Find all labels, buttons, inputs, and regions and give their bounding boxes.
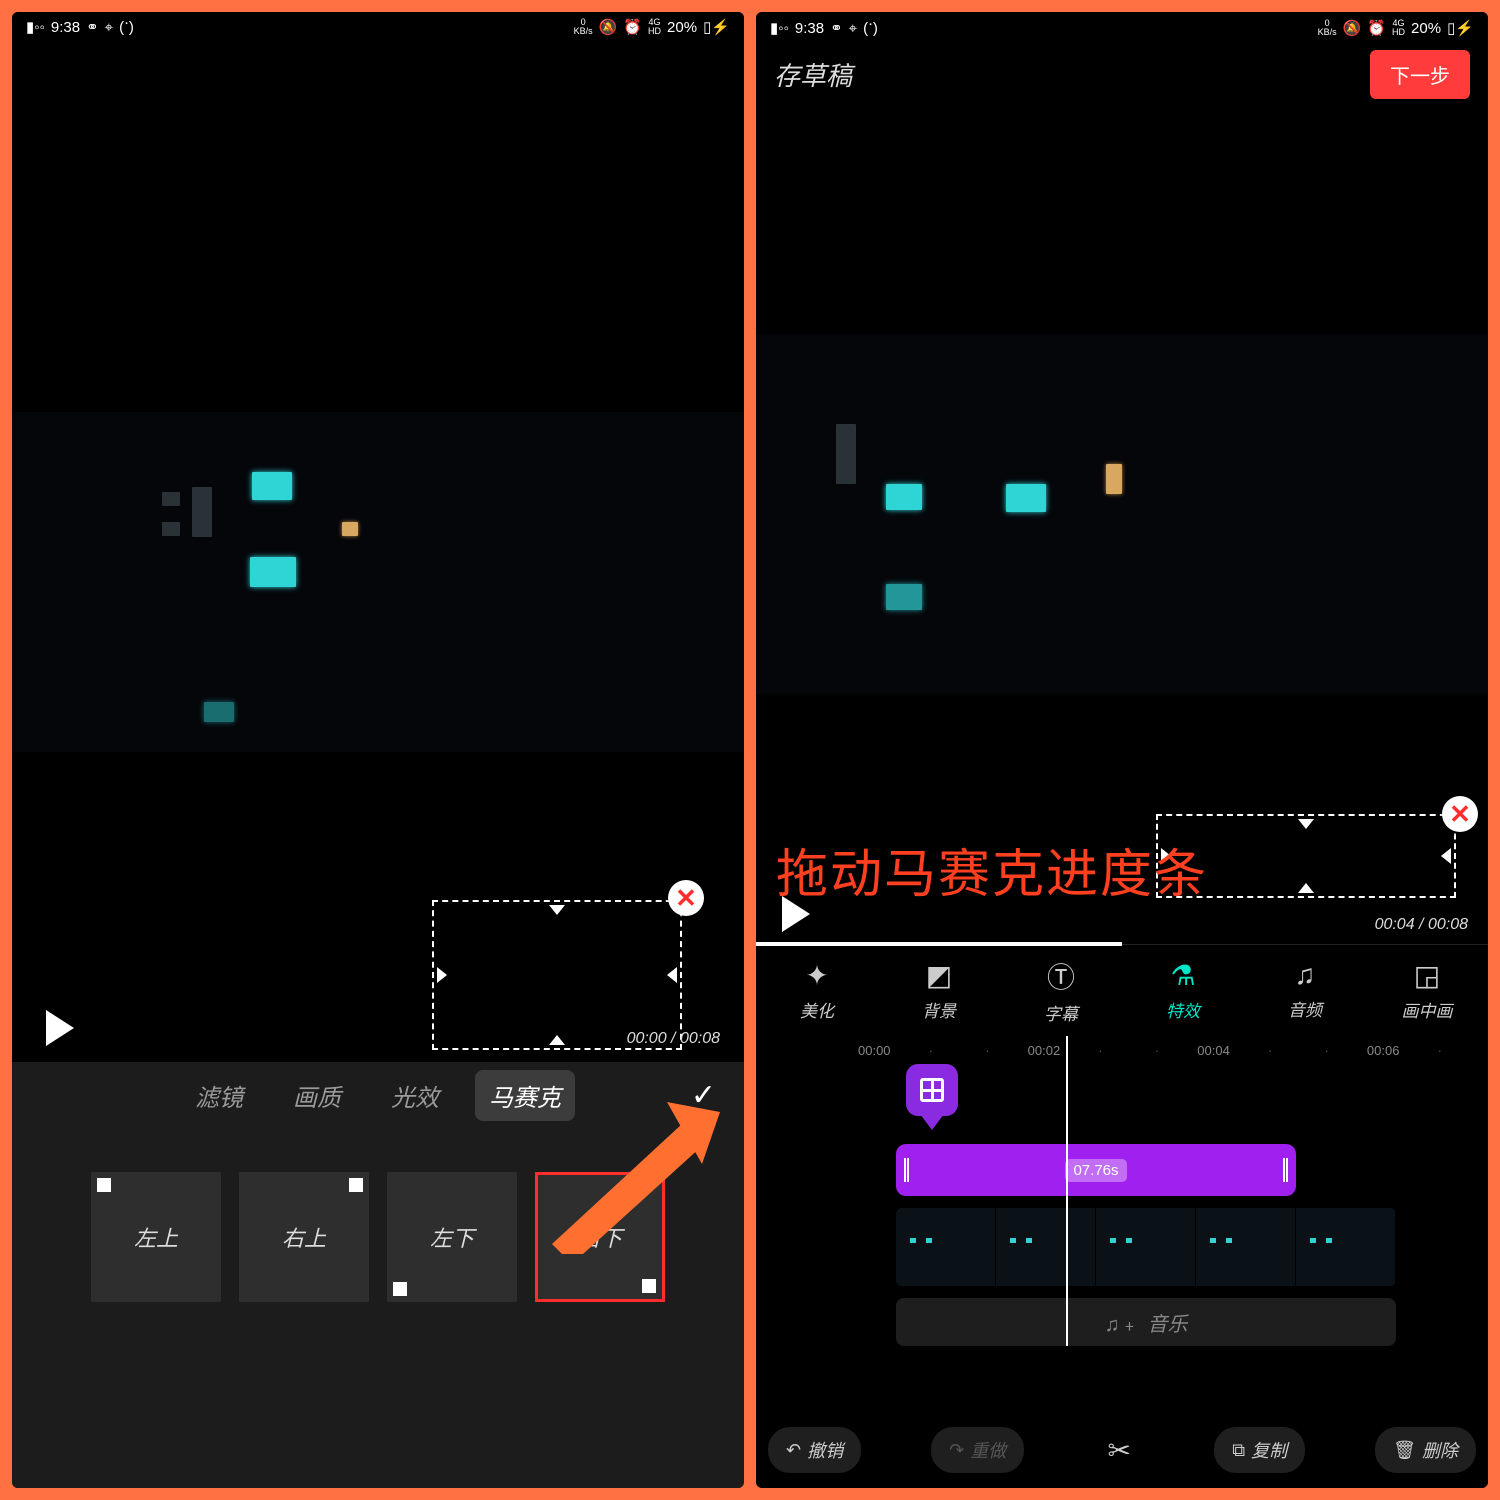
- location-icon: ⌖: [849, 20, 857, 37]
- effect-tabs: 滤镜 画质 光效 马赛克 ✓: [12, 1062, 744, 1128]
- battery-icon: ▯⚡: [1447, 19, 1474, 37]
- battery-pct: 20%: [1411, 20, 1441, 37]
- phone-left: ▮◦◦ 9:38 ⚭ ⌖ (ॱ) 0KB/s 🔕 ⏰ 4GHD 20% ▯⚡: [12, 12, 744, 1488]
- video-track[interactable]: [896, 1208, 1396, 1286]
- cut-button[interactable]: ✂: [1094, 1425, 1144, 1475]
- net-speed: 0KB/s: [574, 18, 593, 36]
- resize-bottom-handle[interactable]: [549, 1035, 565, 1045]
- resize-right-handle[interactable]: [667, 967, 677, 983]
- resize-bottom-handle[interactable]: [1298, 883, 1314, 893]
- undo-icon: ↶: [786, 1440, 801, 1461]
- bottom-spacer: [12, 1318, 744, 1488]
- dnd-icon: 🔕: [1343, 19, 1362, 37]
- bluetooth-icon: ⚭: [830, 19, 843, 37]
- tool-pip[interactable]: ◲画中画: [1387, 959, 1467, 1022]
- tool-subtitle[interactable]: Ⓣ字幕: [1021, 956, 1101, 1025]
- net-speed: 0KB/s: [1318, 19, 1337, 37]
- redo-button[interactable]: ↷重做: [931, 1427, 1024, 1473]
- time-ruler: 00:00·· 00:02·· 00:04·· 00:06·: [846, 1040, 1468, 1060]
- pos-bottom-left[interactable]: 左下: [387, 1172, 517, 1302]
- time-readout: 00:04 / 00:08: [1375, 916, 1468, 934]
- tool-background[interactable]: ◩背景: [899, 959, 979, 1022]
- tab-mosaic[interactable]: 马赛克: [475, 1070, 575, 1121]
- text-icon: Ⓣ: [1047, 956, 1075, 996]
- tool-effect[interactable]: ⚗特效: [1143, 959, 1223, 1022]
- confirm-icon[interactable]: ✓: [691, 1078, 716, 1113]
- trash-icon: 🗑: [1393, 1440, 1416, 1461]
- background-icon: ◩: [926, 959, 952, 993]
- close-icon[interactable]: ✕: [1442, 796, 1478, 832]
- status-time: 9:38: [51, 19, 80, 36]
- clip-right-handle[interactable]: [1283, 1158, 1288, 1182]
- resize-top-handle[interactable]: [549, 905, 565, 915]
- status-bar: ▮◦◦ 9:38 ⚭ ⌖ (ॱ) 0KB/s 🔕 ⏰ 4GHD 20% ▯⚡: [12, 12, 744, 42]
- signal-icon: ▮◦◦: [770, 19, 789, 37]
- resize-top-handle[interactable]: [1298, 819, 1314, 829]
- action-bar: ↶撤销 ↷重做 ✂ ⧉复制 🗑删除: [756, 1416, 1488, 1484]
- network-type: 4GHD: [648, 18, 661, 36]
- mosaic-position-options: 左上 右上 左下 右下: [12, 1128, 744, 1318]
- tab-filter[interactable]: 滤镜: [181, 1070, 257, 1121]
- playhead[interactable]: [1066, 1036, 1068, 1346]
- preview-area[interactable]: ✕ 00:04 / 00:08: [756, 104, 1488, 944]
- status-bar: ▮◦◦ 9:38 ⚭ ⌖ (ॱ) 0KB/s 🔕 ⏰ 4GHD 20% ▯⚡: [756, 12, 1488, 44]
- scissors-icon: ✂: [1107, 1434, 1130, 1467]
- tab-quality[interactable]: 画质: [279, 1070, 355, 1121]
- mosaic-selection[interactable]: [432, 900, 682, 1050]
- pos-top-left[interactable]: 左上: [91, 1172, 221, 1302]
- mosaic-marker[interactable]: [906, 1064, 958, 1130]
- clip-left-handle[interactable]: [904, 1158, 909, 1182]
- music-note-icon: ♫﹢: [1105, 1308, 1140, 1337]
- alarm-icon: ⏰: [1367, 19, 1386, 37]
- mosaic-icon: [920, 1078, 944, 1102]
- time-readout: 00:00 / 00:08: [627, 1030, 720, 1048]
- battery-icon: ▯⚡: [703, 18, 730, 36]
- copy-button[interactable]: ⧉复制: [1214, 1427, 1305, 1473]
- tab-light-fx[interactable]: 光效: [377, 1070, 453, 1121]
- annotation-text: 拖动马赛克进度条: [776, 832, 1208, 907]
- hotspot-icon: (ॱ): [119, 17, 134, 37]
- tool-audio[interactable]: ♫音频: [1265, 960, 1345, 1021]
- hotspot-icon: (ॱ): [863, 18, 878, 38]
- preview-area[interactable]: ✕ 00:00 / 00:08: [12, 42, 744, 1062]
- tool-beautify[interactable]: ✦美化: [777, 959, 857, 1022]
- music-icon: ♫: [1295, 960, 1316, 992]
- clip-duration: 07.76s: [1065, 1159, 1126, 1182]
- bluetooth-icon: ⚭: [86, 18, 99, 36]
- undo-button[interactable]: ↶撤销: [768, 1427, 861, 1473]
- play-icon[interactable]: [46, 1010, 74, 1046]
- pos-bottom-right[interactable]: 右下: [535, 1172, 665, 1302]
- mosaic-clip[interactable]: 07.76s: [896, 1144, 1296, 1196]
- tool-row: ✦美化 ◩背景 Ⓣ字幕 ⚗特效 ♫音频 ◲画中画: [756, 944, 1488, 1036]
- save-draft-button[interactable]: 存草稿: [774, 56, 852, 93]
- battery-pct: 20%: [667, 19, 697, 36]
- redo-icon: ↷: [949, 1440, 964, 1461]
- network-type: 4GHD: [1392, 19, 1405, 37]
- timeline[interactable]: 00:00·· 00:02·· 00:04·· 00:06· 07.76s ♫﹢…: [756, 1036, 1488, 1416]
- status-time: 9:38: [795, 20, 824, 37]
- phone-right: ▮◦◦ 9:38 ⚭ ⌖ (ॱ) 0KB/s 🔕 ⏰ 4GHD 20% ▯⚡ 存…: [756, 12, 1488, 1488]
- add-music-button[interactable]: ♫﹢ 音乐: [896, 1298, 1396, 1346]
- delete-button[interactable]: 🗑删除: [1375, 1427, 1476, 1473]
- next-button[interactable]: 下一步: [1370, 50, 1470, 99]
- copy-icon: ⧉: [1232, 1440, 1245, 1461]
- progress-line[interactable]: [756, 942, 1122, 946]
- top-bar: 存草稿 下一步: [756, 44, 1488, 104]
- pos-top-right[interactable]: 右上: [239, 1172, 369, 1302]
- dnd-icon: 🔕: [599, 18, 618, 36]
- location-icon: ⌖: [105, 19, 113, 36]
- alarm-icon: ⏰: [623, 18, 642, 36]
- close-icon[interactable]: ✕: [668, 880, 704, 916]
- pip-icon: ◲: [1414, 959, 1440, 993]
- resize-left-handle[interactable]: [437, 967, 447, 983]
- resize-right-handle[interactable]: [1441, 848, 1451, 864]
- flask-icon: ⚗: [1170, 959, 1195, 993]
- signal-icon: ▮◦◦: [26, 18, 45, 36]
- wand-icon: ✦: [805, 959, 828, 993]
